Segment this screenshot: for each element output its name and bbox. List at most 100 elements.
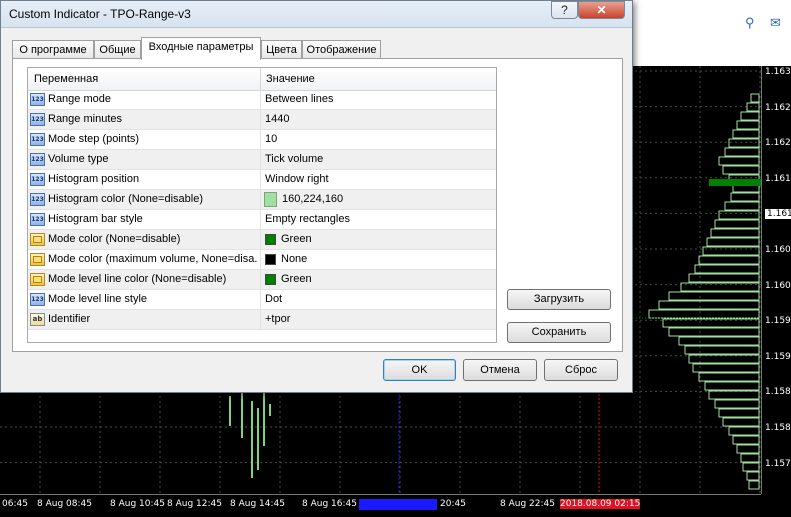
number-icon: 123 xyxy=(30,293,45,306)
histogram-bar xyxy=(718,210,760,220)
parameter-value[interactable]: Between lines xyxy=(265,93,334,105)
histogram-bar xyxy=(746,102,760,112)
color-swatch[interactable] xyxy=(265,254,276,265)
parameter-value[interactable]: Empty rectangles xyxy=(265,213,350,225)
parameter-value[interactable]: 1440 xyxy=(265,113,289,125)
color-icon xyxy=(30,233,45,246)
table-row[interactable]: ab Identifier +tpor xyxy=(28,310,496,330)
save-button[interactable]: Сохранить xyxy=(507,322,611,343)
chat-icon[interactable]: ✉ xyxy=(770,15,781,31)
search-icon[interactable]: ⚲ xyxy=(745,15,755,31)
inputs-panel: Переменная Значение 123 Range mode Between… xyxy=(12,58,623,352)
price-tick-label: 1.1590 xyxy=(765,351,791,362)
histogram-bar xyxy=(702,246,760,256)
parameter-value[interactable]: Tick volume xyxy=(265,153,323,165)
price-tick-label: 1.1630 xyxy=(765,67,791,77)
tab-about[interactable]: О программе xyxy=(12,40,94,59)
histogram-bar xyxy=(722,417,760,427)
histogram-bar xyxy=(694,264,760,274)
price-tick-label: 1.1605 xyxy=(765,245,791,255)
ok-button[interactable]: OK xyxy=(383,359,456,381)
histogram-bar xyxy=(714,399,760,409)
close-button[interactable]: ✕ xyxy=(578,1,625,19)
mode-bar xyxy=(709,179,761,186)
histogram-bar xyxy=(688,273,760,283)
number-icon: 123 xyxy=(30,213,45,226)
parameter-name: Range mode xyxy=(48,93,111,105)
table-row[interactable]: Mode color (maximum volume, None=disa...… xyxy=(28,250,496,270)
color-swatch[interactable] xyxy=(265,234,276,245)
parameter-value[interactable]: Window right xyxy=(265,173,329,185)
parameter-name: Mode level line color (None=disable) xyxy=(48,273,227,285)
parameter-name: Mode step (points) xyxy=(48,133,140,145)
parameter-value[interactable]: None xyxy=(281,253,307,265)
parameter-value[interactable]: Dot xyxy=(265,293,282,305)
color-icon xyxy=(30,273,45,286)
histogram-bar xyxy=(668,327,760,337)
number-icon: 123 xyxy=(30,93,45,106)
color-swatch[interactable] xyxy=(265,274,276,285)
histogram-bar xyxy=(684,345,760,355)
tab-colors[interactable]: Цвета xyxy=(261,40,302,59)
table-row[interactable]: 123 Histogram bar style Empty rectangles xyxy=(28,210,496,230)
histogram-bar xyxy=(724,147,760,157)
price-scale: 1.1630 1.1625 1.1620 1.1615 1.1610 1.1605 1.16… xyxy=(761,66,791,494)
parameter-value[interactable]: 10 xyxy=(265,133,277,145)
histogram-bar xyxy=(732,129,760,139)
parameter-value[interactable]: Green xyxy=(281,233,312,245)
histogram-bar xyxy=(746,471,760,481)
histogram-bar xyxy=(718,156,760,166)
table-row[interactable]: 123 Range mode Between lines xyxy=(28,90,496,110)
time-tick-label: 8 Aug 16:45 xyxy=(302,499,357,509)
histogram-bar xyxy=(724,201,760,211)
tab-display[interactable]: Отображение xyxy=(302,40,381,59)
table-row[interactable]: 123 Histogram color (None=disable) 160,224… xyxy=(28,190,496,210)
column-header-value[interactable]: Значение xyxy=(266,73,315,85)
title-bar[interactable]: Custom Indicator - TPO-Range-v3 ? ✕ xyxy=(1,1,632,28)
price-tick-label: 1.1625 xyxy=(765,102,791,113)
histogram-bar xyxy=(698,372,760,382)
histogram-bar xyxy=(750,93,760,103)
price-tick-label: 1.1610 xyxy=(765,209,791,220)
price-tick-label: 1.1575 xyxy=(765,458,791,469)
number-icon: 123 xyxy=(30,193,45,206)
parameter-value[interactable]: Green xyxy=(281,273,312,285)
time-tick-label: 8 Aug 22:45 xyxy=(500,499,555,509)
parameter-name: Mode level line style xyxy=(48,293,148,305)
table-row[interactable]: 123 Mode level line style Dot xyxy=(28,290,496,310)
load-button[interactable]: Загрузить xyxy=(507,289,611,310)
parameter-name: Histogram color (None=disable) xyxy=(48,193,203,205)
parameter-value[interactable]: +tpor xyxy=(265,313,290,325)
color-swatch[interactable] xyxy=(264,192,277,207)
histogram-bar xyxy=(678,336,760,346)
time-tick-label: 8 Aug 08:45 xyxy=(37,499,92,509)
table-row[interactable]: 123 Mode step (points) 10 xyxy=(28,130,496,150)
table-row[interactable]: 123 Histogram position Window right xyxy=(28,170,496,190)
help-button[interactable]: ? xyxy=(551,1,578,19)
column-header-variable[interactable]: Переменная xyxy=(34,73,98,85)
reset-button[interactable]: Сброс xyxy=(544,359,618,381)
time-axis: 06:45 8 Aug 08:45 8 Aug 10:45 8 Aug 12:45 8 … xyxy=(0,494,761,517)
parameter-value[interactable]: 160,224,160 xyxy=(282,193,343,205)
table-row[interactable]: 123 Range minutes 1440 xyxy=(28,110,496,130)
histogram-bar xyxy=(740,111,760,121)
number-icon: 123 xyxy=(30,153,45,166)
price-tick-label: 1.1615 xyxy=(765,173,791,184)
window-title: Custom Indicator - TPO-Range-v3 xyxy=(9,7,191,21)
histogram-bar xyxy=(658,300,760,310)
histogram-bar xyxy=(668,291,760,301)
tab-general[interactable]: Общие xyxy=(94,40,141,59)
table-row[interactable]: Mode level line color (None=disable) Gree… xyxy=(28,270,496,290)
histogram-bar xyxy=(736,444,760,454)
histogram-bar xyxy=(698,255,760,265)
string-icon: ab xyxy=(30,313,45,326)
table-row[interactable]: Mode color (None=disable) Green xyxy=(28,230,496,250)
price-tick-label: 1.1620 xyxy=(765,138,791,149)
cancel-button[interactable]: Отмена xyxy=(463,359,537,381)
table-row[interactable]: 123 Volume type Tick volume xyxy=(28,150,496,170)
histogram-bar xyxy=(710,228,760,238)
close-icon: ✕ xyxy=(596,3,607,17)
parameter-name: Mode color (None=disable) xyxy=(48,233,181,245)
number-icon: 123 xyxy=(30,173,45,186)
tab-inputs[interactable]: Входные параметры xyxy=(141,37,261,60)
